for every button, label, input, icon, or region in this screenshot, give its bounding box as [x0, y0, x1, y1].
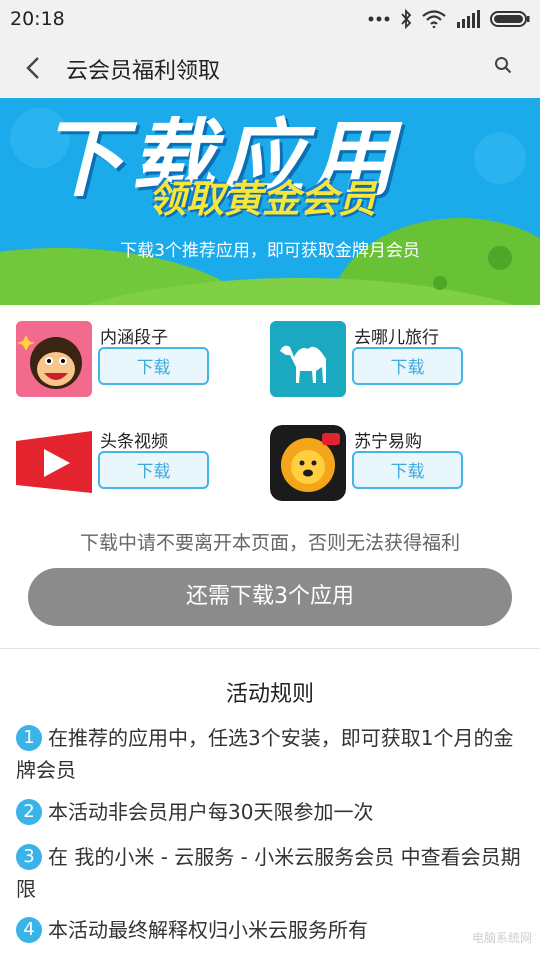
rule-text: 在推荐的应用中，任选3个安装，即可获取1个月的金牌会员: [16, 726, 514, 782]
more-dots-icon: [368, 16, 390, 22]
battery-icon: [490, 11, 530, 27]
signal-icon: [457, 10, 480, 28]
rule-number-badge: 1: [16, 725, 42, 751]
chevron-left-icon: [26, 57, 39, 79]
app-item-suning: 苏宁易购 下载: [270, 425, 520, 509]
status-time: 20:18: [10, 8, 65, 30]
banner-note: 下载3个推荐应用，即可获取金牌月会员: [120, 241, 420, 261]
status-bar: 20:18: [0, 0, 540, 38]
remaining-downloads-button[interactable]: 还需下载3个应用: [28, 568, 512, 626]
warning-text: 下载中请不要离开本页面，否则无法获得福利: [79, 532, 460, 554]
app-item-toutiao-video: 头条视频 下载: [16, 425, 266, 509]
page-title: 云会员福利领取: [66, 59, 221, 84]
rule-text: 在 我的小米 - 云服务 - 小米云服务会员 中查看会员期限: [16, 845, 521, 901]
app-item-qunar: 去哪儿旅行 下载: [270, 321, 520, 405]
download-button[interactable]: 下载: [98, 451, 209, 489]
rule-item: 3在 我的小米 - 云服务 - 小米云服务会员 中查看会员期限: [16, 841, 526, 905]
rule-number-badge: 3: [16, 844, 42, 870]
search-button[interactable]: [494, 56, 512, 78]
rule-number-badge: 4: [16, 917, 42, 943]
camel-icon: [270, 321, 346, 397]
wifi-icon: [422, 10, 446, 28]
title-bar: 云会员福利领取: [0, 38, 540, 98]
monkey-face-icon: [16, 321, 92, 397]
app-name: 内涵段子: [100, 328, 168, 348]
app-item-neihan: 内涵段子 下载: [16, 321, 266, 405]
lion-icon: [270, 425, 346, 501]
rule-number-badge: 2: [16, 799, 42, 825]
divider: [0, 648, 540, 649]
rule-item: 2 本活动非会员用户每30天限参加一次: [16, 796, 526, 828]
banner-subline: 领取黄金会员: [148, 177, 377, 221]
download-button[interactable]: 下载: [352, 347, 463, 385]
app-name: 去哪儿旅行: [354, 328, 439, 348]
rule-text: 本活动非会员用户每30天限参加一次: [48, 800, 374, 824]
rules-title: 活动规则: [225, 682, 314, 707]
play-icon: [16, 425, 92, 501]
rule-item: 4 本活动最终解释权归小米云服务所有: [16, 914, 526, 946]
search-icon: [495, 57, 512, 74]
download-button[interactable]: 下载: [98, 347, 209, 385]
bluetooth-icon: [401, 9, 412, 29]
watermark: 电脑系统网: [471, 931, 532, 945]
back-button[interactable]: [16, 51, 50, 85]
app-name: 头条视频: [100, 432, 168, 452]
status-icons: [368, 8, 530, 30]
download-button[interactable]: 下载: [352, 451, 463, 489]
promo-banner: 下载应用 领取黄金会员 下载3个推荐应用，即可获取金牌月会员: [0, 98, 540, 305]
rule-text: 本活动最终解释权归小米云服务所有: [48, 918, 368, 942]
app-name: 苏宁易购: [354, 432, 422, 452]
rule-item: 1 在推荐的应用中，任选3个安装，即可获取1个月的金牌会员: [16, 722, 526, 786]
